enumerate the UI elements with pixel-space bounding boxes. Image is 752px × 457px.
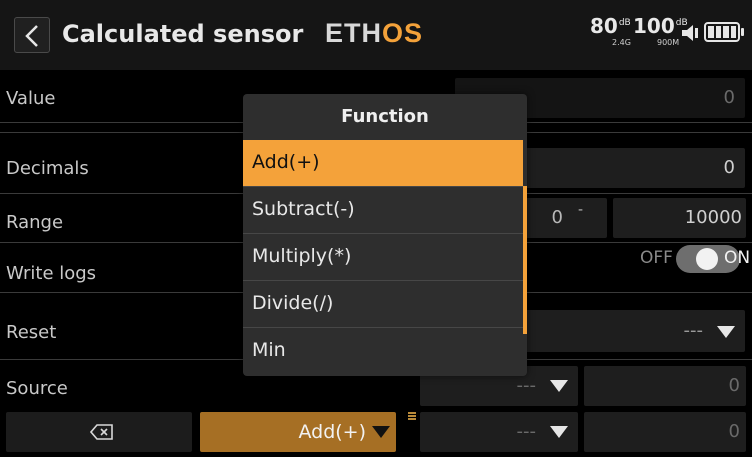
back-button[interactable] (14, 17, 50, 53)
page-title: Calculated sensor (62, 20, 304, 48)
reset-value: --- (683, 320, 704, 341)
header-bar: Calculated sensor ETHOS 80 dB 2.4G 100 d… (0, 0, 752, 70)
rssi-2g4-band: 2.4G (612, 38, 631, 47)
drag-handle-icon[interactable] (408, 412, 416, 420)
backspace-icon (90, 424, 113, 440)
option-min[interactable]: Min (243, 327, 523, 374)
speaker-icon[interactable] (680, 22, 702, 44)
source-label: Source (6, 378, 68, 399)
formula-source-select[interactable]: --- (420, 412, 578, 452)
write-logs-label: Write logs (6, 263, 97, 284)
formula-value-field[interactable]: 0 (584, 412, 746, 452)
logo-text: ETH (325, 18, 382, 48)
rssi-900m-band: 900M (657, 38, 680, 47)
value-field-text: 0 (723, 87, 735, 108)
value-label: Value (6, 88, 56, 109)
formula-number: 0 (728, 421, 740, 442)
source-value: --- (516, 375, 537, 396)
toggle-off-label: OFF (640, 248, 673, 268)
range-separator: - (577, 202, 583, 218)
source-number: 0 (728, 375, 740, 396)
chevron-down-icon (372, 426, 390, 438)
range-max-field[interactable]: 10000 (613, 198, 746, 238)
popup-title: Function (341, 106, 429, 127)
rssi-900m-value: 100 (633, 14, 675, 38)
option-label: Min (252, 339, 286, 361)
function-select[interactable]: Add(+) (200, 412, 396, 452)
option-label: Divide(/) (252, 292, 334, 314)
option-label: Multiply(*) (252, 245, 352, 267)
rssi-900m: 100 dB 900M (633, 14, 688, 47)
chevron-down-icon (717, 326, 735, 338)
chevron-down-icon (550, 380, 568, 392)
write-logs-toggle[interactable]: ON (676, 245, 750, 273)
option-add[interactable]: Add(+) (243, 140, 523, 187)
option-multiply[interactable]: Multiply(*) (243, 233, 523, 280)
range-label: Range (6, 212, 64, 233)
option-subtract[interactable]: Subtract(-) (243, 186, 523, 233)
rssi-2g4-value: 80 (590, 14, 618, 38)
function-popup: Function Add(+) Subtract(-) Multiply(*) … (243, 94, 527, 376)
popup-scrollbar[interactable] (523, 186, 527, 334)
function-value: Add(+) (298, 421, 366, 443)
rssi-2g4: 80 dB 2.4G (590, 14, 631, 47)
chevron-down-icon (550, 426, 568, 438)
logo-text-accent: OS (382, 18, 424, 48)
range-max-value: 10000 (684, 207, 742, 228)
rssi-2g4-unit: dB (618, 18, 631, 28)
option-label: Subtract(-) (252, 198, 355, 220)
battery-icon (704, 22, 744, 42)
toggle-knob (696, 248, 718, 270)
reset-label: Reset (6, 322, 57, 343)
formula-source-value: --- (516, 421, 537, 442)
clear-button[interactable] (6, 412, 192, 452)
decimals-label: Decimals (6, 158, 89, 179)
range-min-value: 0 (551, 207, 563, 228)
source-value-field[interactable]: 0 (584, 366, 746, 406)
option-divide[interactable]: Divide(/) (243, 280, 523, 327)
toggle-on-label: ON (724, 248, 751, 268)
decimals-value: 0 (723, 157, 735, 178)
option-label: Add(+) (252, 151, 320, 173)
ethos-logo: ETHOS (325, 18, 423, 49)
chevron-left-icon (25, 25, 38, 47)
